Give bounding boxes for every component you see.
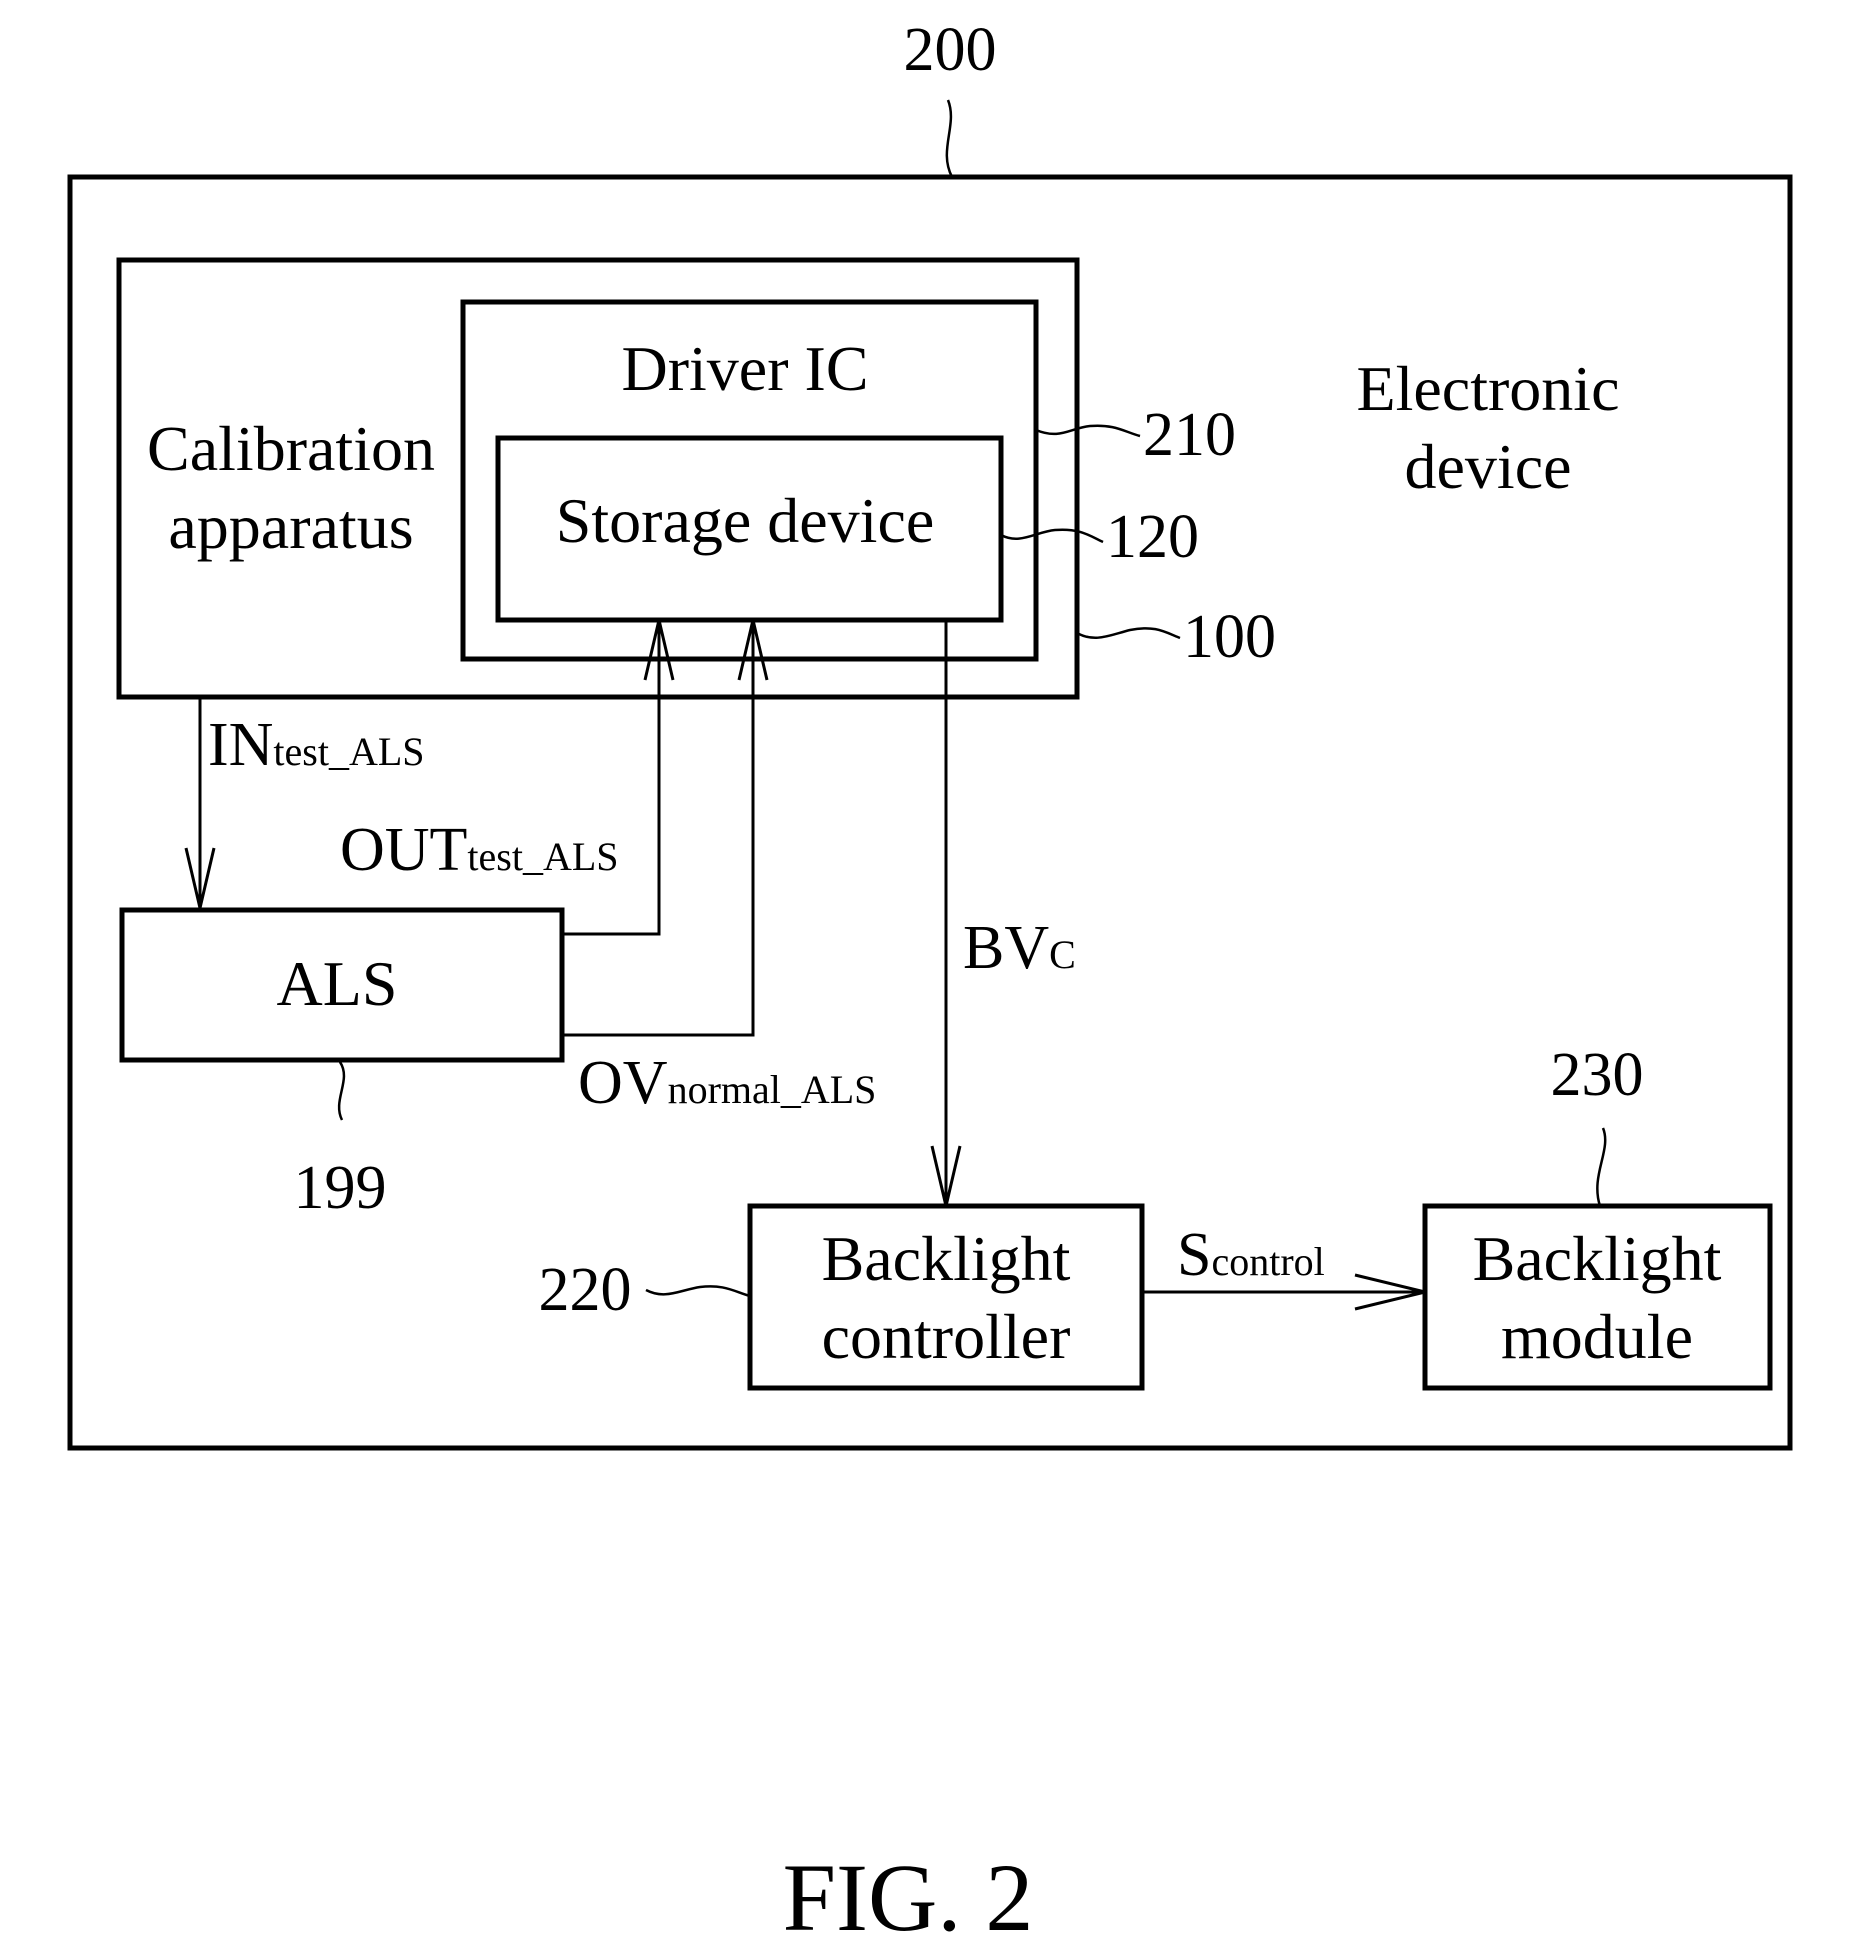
ov-normal-label: OVnormal_ALS [578, 1049, 876, 1117]
in-test-label: INtest_ALS [208, 711, 425, 779]
calibration-apparatus-label-line2: apparatus [168, 491, 413, 562]
ref-label-230: 230 [1551, 1041, 1644, 1109]
ref-label-220: 220 [539, 1256, 632, 1324]
in-test-sub: test_ALS [273, 729, 424, 774]
ov-normal-main: OV [578, 1049, 668, 1117]
calibration-apparatus-label-line1: Calibration [147, 413, 435, 484]
ref-label-120: 120 [1106, 503, 1199, 571]
ref-label-199: 199 [294, 1154, 387, 1222]
in-test-main: IN [208, 711, 273, 779]
s-control-label: Scontrol [1177, 1221, 1325, 1289]
leader-230 [1596, 1127, 1607, 1207]
electronic-device-label-line1: Electronic [1357, 353, 1620, 424]
leader-199 [337, 1061, 346, 1121]
bvc-label: BVC [963, 914, 1076, 982]
out-test-sub: test_ALS [467, 834, 618, 879]
figure-caption: FIG. 2 [783, 1844, 1034, 1951]
electronic-device-label-line2: device [1405, 431, 1572, 502]
leader-120 [1000, 528, 1104, 544]
driver-ic-label: Driver IC [621, 333, 868, 404]
backlight-controller-label-line2: controller [822, 1301, 1071, 1372]
ov-normal-sub: normal_ALS [668, 1067, 877, 1112]
storage-device-label: Storage device [556, 485, 935, 556]
leader-200 [945, 99, 954, 178]
backlight-module-label-line1: Backlight [1473, 1223, 1722, 1294]
out-test-main: OUT [340, 816, 467, 884]
als-label: ALS [277, 948, 398, 1019]
out-test-line [562, 620, 661, 936]
s-control-main: S [1177, 1221, 1211, 1289]
ref-label-100: 100 [1183, 603, 1276, 671]
ref-label-200: 200 [904, 16, 997, 84]
bvc-sub: C [1049, 932, 1076, 977]
bvc-main: BV [963, 914, 1049, 982]
ref-label-210: 210 [1143, 401, 1236, 469]
leader-220 [645, 1285, 751, 1298]
leader-100 [1076, 627, 1181, 640]
out-test-label: OUTtest_ALS [340, 816, 619, 884]
leader-210 [1035, 424, 1141, 438]
s-control-sub: control [1211, 1239, 1324, 1284]
block-diagram: 200 Electronic device Calibration appara… [67, 16, 1793, 1951]
backlight-module-label-line2: module [1501, 1301, 1693, 1372]
backlight-controller-label-line1: Backlight [822, 1223, 1071, 1294]
